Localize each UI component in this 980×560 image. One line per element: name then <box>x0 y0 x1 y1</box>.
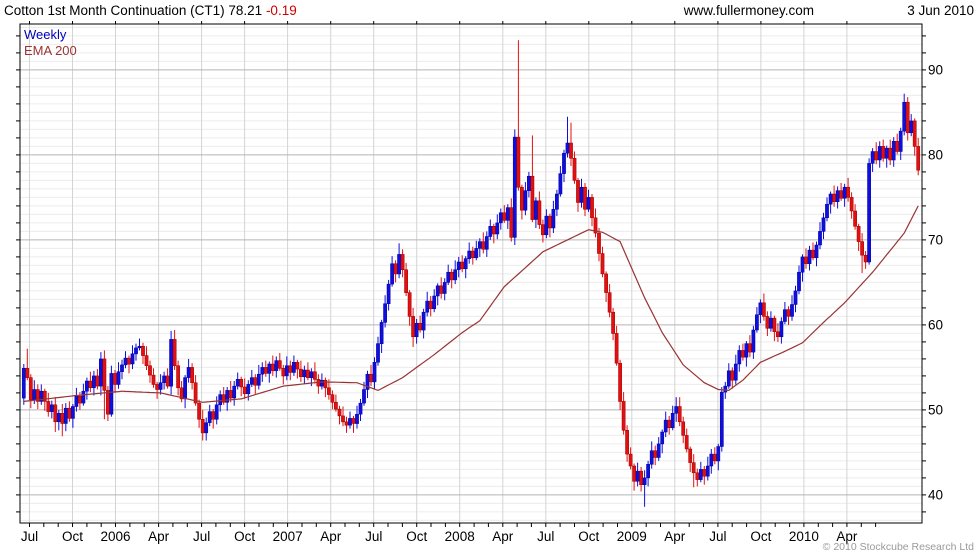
chart-page: 40 50 60 70 80 90 Jul Oct 2006 Apr Jul Oct 2007 Apr Ju… <box>0 0 980 560</box>
site-url: www.fullermoney.com <box>683 3 814 18</box>
chart-date: 3 Jun 2010 <box>907 3 974 18</box>
copyright-notice: © 2010 Stockcube Research Ltd <box>822 541 974 553</box>
x-tick-label: 2010 <box>789 529 819 544</box>
last-price: 78.21 <box>228 3 263 18</box>
x-tick-label: Oct <box>62 529 83 544</box>
ema-200-line <box>23 205 919 403</box>
x-tick-label: Oct <box>406 529 427 544</box>
x-tick-label: 2007 <box>273 529 303 544</box>
x-tick-label: Jul <box>709 529 726 544</box>
y-tick-label: 70 <box>928 232 943 247</box>
x-tick-label: 2008 <box>445 529 475 544</box>
x-tick-label: 2009 <box>617 529 647 544</box>
ema-legend-label: EMA 200 <box>24 43 77 58</box>
gridlines <box>20 24 922 523</box>
x-tick-label: 2006 <box>100 529 130 544</box>
y-tick-label: 60 <box>928 317 943 332</box>
x-tick-label: Jul <box>193 529 210 544</box>
y-axis-labels: 40 50 60 70 80 90 <box>928 62 943 502</box>
y-tick-label: 80 <box>928 147 943 162</box>
x-tick-label: Jul <box>537 529 554 544</box>
y-tick-label: 40 <box>928 487 943 502</box>
chart-legend: Weekly EMA 200 <box>24 27 77 59</box>
x-tick-label: Jul <box>365 529 382 544</box>
series-interval-label: Weekly <box>24 27 67 42</box>
chart-title: Cotton 1st Month Continuation (CT1) 78.2… <box>4 3 297 18</box>
x-tick-label: Apr <box>492 529 514 544</box>
x-tick-label: Apr <box>148 529 170 544</box>
x-tick-label: Apr <box>320 529 342 544</box>
x-tick-label: Oct <box>234 529 255 544</box>
instrument-name: Cotton 1st Month Continuation (CT1) <box>4 3 225 18</box>
price-chart-svg: 405060708090Jul Oct 2006 Apr Jul Oct 2007 Apr Ju… <box>16 21 943 544</box>
x-axis-labels: Jul Oct 2006 Apr Jul Oct 2007 Apr Jul Oct 2008 Apr J… <box>21 529 858 544</box>
chart-header: Cotton 1st Month Continuation (CT1) 78.2… <box>0 0 980 22</box>
x-tick-label: Oct <box>750 529 771 544</box>
y-tick-label: 50 <box>928 402 943 417</box>
x-tick-label: Apr <box>664 529 686 544</box>
x-tick-label: Oct <box>578 529 599 544</box>
x-tick-label: Jul <box>21 529 38 544</box>
y-tick-label: 90 <box>928 62 943 77</box>
price-change: -0.19 <box>265 3 297 18</box>
